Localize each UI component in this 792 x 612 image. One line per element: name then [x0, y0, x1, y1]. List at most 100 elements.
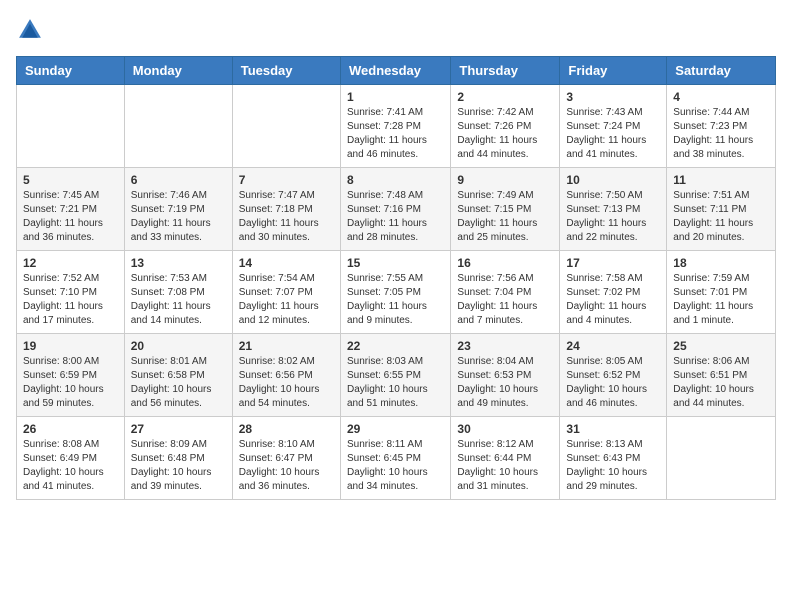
calendar-week-row: 1 Sunrise: 7:41 AM Sunset: 7:28 PM Daylig…	[17, 85, 776, 168]
calendar-cell: 1 Sunrise: 7:41 AM Sunset: 7:28 PM Daylig…	[340, 85, 450, 168]
calendar-cell	[232, 85, 340, 168]
day-number: 25	[673, 339, 769, 353]
day-info: Sunrise: 7:46 AM Sunset: 7:19 PM Dayligh…	[131, 189, 226, 245]
calendar-cell: 10 Sunrise: 7:50 AM Sunset: 7:13 PM Dayli…	[560, 168, 667, 251]
calendar-cell: 12 Sunrise: 7:52 AM Sunset: 7:10 PM Dayli…	[17, 251, 125, 334]
col-header-tuesday: Tuesday	[232, 57, 340, 85]
day-info: Sunrise: 7:42 AM Sunset: 7:26 PM Dayligh…	[457, 106, 553, 162]
calendar-cell: 31 Sunrise: 8:13 AM Sunset: 6:43 PM Dayli…	[560, 417, 667, 500]
col-header-thursday: Thursday	[451, 57, 560, 85]
day-info: Sunrise: 8:04 AM Sunset: 6:53 PM Dayligh…	[457, 355, 553, 411]
day-number: 22	[347, 339, 444, 353]
day-info: Sunrise: 7:43 AM Sunset: 7:24 PM Dayligh…	[566, 106, 660, 162]
day-number: 9	[457, 173, 553, 187]
calendar-cell: 2 Sunrise: 7:42 AM Sunset: 7:26 PM Daylig…	[451, 85, 560, 168]
calendar-cell: 18 Sunrise: 7:59 AM Sunset: 7:01 PM Dayli…	[667, 251, 776, 334]
day-info: Sunrise: 7:59 AM Sunset: 7:01 PM Dayligh…	[673, 272, 769, 328]
calendar-cell: 20Sunrise: 8:01 AM Sunset: 6:58 PM Dayli…	[124, 334, 232, 417]
day-number: 13	[131, 256, 226, 270]
day-info: Sunrise: 7:49 AM Sunset: 7:15 PM Dayligh…	[457, 189, 553, 245]
day-number: 11	[673, 173, 769, 187]
day-number: 12	[23, 256, 118, 270]
day-info: Sunrise: 8:08 AM Sunset: 6:49 PM Dayligh…	[23, 438, 118, 494]
day-number: 28	[239, 422, 334, 436]
day-info: Sunrise: 7:56 AM Sunset: 7:04 PM Dayligh…	[457, 272, 553, 328]
calendar-cell: 16Sunrise: 7:56 AM Sunset: 7:04 PM Dayli…	[451, 251, 560, 334]
calendar-cell: 26 Sunrise: 8:08 AM Sunset: 6:49 PM Dayli…	[17, 417, 125, 500]
calendar-cell: 6 Sunrise: 7:46 AM Sunset: 7:19 PM Daylig…	[124, 168, 232, 251]
day-info: Sunrise: 7:41 AM Sunset: 7:28 PM Dayligh…	[347, 106, 444, 162]
day-info: Sunrise: 8:00 AM Sunset: 6:59 PM Dayligh…	[23, 355, 118, 411]
col-header-friday: Friday	[560, 57, 667, 85]
day-number: 24	[566, 339, 660, 353]
day-number: 18	[673, 256, 769, 270]
day-number: 1	[347, 90, 444, 104]
day-number: 27	[131, 422, 226, 436]
day-number: 21	[239, 339, 334, 353]
day-number: 15	[347, 256, 444, 270]
day-number: 23	[457, 339, 553, 353]
calendar-cell: 29 Sunrise: 8:11 AM Sunset: 6:45 PM Dayli…	[340, 417, 450, 500]
day-info: Sunrise: 8:02 AM Sunset: 6:56 PM Dayligh…	[239, 355, 334, 411]
day-info: Sunrise: 7:45 AM Sunset: 7:21 PM Dayligh…	[23, 189, 118, 245]
day-info: Sunrise: 7:58 AM Sunset: 7:02 PM Dayligh…	[566, 272, 660, 328]
day-info: Sunrise: 7:55 AM Sunset: 7:05 PM Dayligh…	[347, 272, 444, 328]
day-info: Sunrise: 7:44 AM Sunset: 7:23 PM Dayligh…	[673, 106, 769, 162]
day-info: Sunrise: 8:03 AM Sunset: 6:55 PM Dayligh…	[347, 355, 444, 411]
logo	[16, 16, 48, 44]
calendar-cell: 14 Sunrise: 7:54 AM Sunset: 7:07 PM Dayli…	[232, 251, 340, 334]
calendar-cell: 22 Sunrise: 8:03 AM Sunset: 6:55 PM Dayli…	[340, 334, 450, 417]
calendar-week-row: 26 Sunrise: 8:08 AM Sunset: 6:49 PM Dayli…	[17, 417, 776, 500]
calendar-cell	[17, 85, 125, 168]
calendar-cell: 28 Sunrise: 8:10 AM Sunset: 6:47 PM Dayli…	[232, 417, 340, 500]
col-header-wednesday: Wednesday	[340, 57, 450, 85]
day-info: Sunrise: 7:52 AM Sunset: 7:10 PM Dayligh…	[23, 272, 118, 328]
day-number: 4	[673, 90, 769, 104]
day-info: Sunrise: 8:11 AM Sunset: 6:45 PM Dayligh…	[347, 438, 444, 494]
calendar-cell: 11 Sunrise: 7:51 AM Sunset: 7:11 PM Dayli…	[667, 168, 776, 251]
col-header-saturday: Saturday	[667, 57, 776, 85]
day-info: Sunrise: 8:01 AM Sunset: 6:58 PM Dayligh…	[131, 355, 226, 411]
day-info: Sunrise: 7:53 AM Sunset: 7:08 PM Dayligh…	[131, 272, 226, 328]
day-number: 17	[566, 256, 660, 270]
calendar-header-row: SundayMondayTuesdayWednesdayThursdayFrid…	[17, 57, 776, 85]
day-info: Sunrise: 8:09 AM Sunset: 6:48 PM Dayligh…	[131, 438, 226, 494]
day-number: 3	[566, 90, 660, 104]
day-info: Sunrise: 8:10 AM Sunset: 6:47 PM Dayligh…	[239, 438, 334, 494]
day-info: Sunrise: 7:48 AM Sunset: 7:16 PM Dayligh…	[347, 189, 444, 245]
calendar-cell: 9 Sunrise: 7:49 AM Sunset: 7:15 PM Daylig…	[451, 168, 560, 251]
calendar-cell: 3 Sunrise: 7:43 AM Sunset: 7:24 PM Daylig…	[560, 85, 667, 168]
day-number: 29	[347, 422, 444, 436]
calendar-cell: 30Sunrise: 8:12 AM Sunset: 6:44 PM Dayli…	[451, 417, 560, 500]
calendar-cell: 5Sunrise: 7:45 AM Sunset: 7:21 PM Daylig…	[17, 168, 125, 251]
day-info: Sunrise: 7:50 AM Sunset: 7:13 PM Dayligh…	[566, 189, 660, 245]
calendar-cell: 25Sunrise: 8:06 AM Sunset: 6:51 PM Dayli…	[667, 334, 776, 417]
day-info: Sunrise: 7:47 AM Sunset: 7:18 PM Dayligh…	[239, 189, 334, 245]
day-number: 7	[239, 173, 334, 187]
calendar-cell: 13 Sunrise: 7:53 AM Sunset: 7:08 PM Dayli…	[124, 251, 232, 334]
calendar-cell: 17 Sunrise: 7:58 AM Sunset: 7:02 PM Dayli…	[560, 251, 667, 334]
calendar-cell: 8Sunrise: 7:48 AM Sunset: 7:16 PM Daylig…	[340, 168, 450, 251]
calendar-cell: 23 Sunrise: 8:04 AM Sunset: 6:53 PM Dayli…	[451, 334, 560, 417]
calendar-cell: 15 Sunrise: 7:55 AM Sunset: 7:05 PM Dayli…	[340, 251, 450, 334]
day-number: 2	[457, 90, 553, 104]
day-number: 6	[131, 173, 226, 187]
day-number: 10	[566, 173, 660, 187]
col-header-monday: Monday	[124, 57, 232, 85]
calendar-cell: 24Sunrise: 8:05 AM Sunset: 6:52 PM Dayli…	[560, 334, 667, 417]
calendar-cell: 19Sunrise: 8:00 AM Sunset: 6:59 PM Dayli…	[17, 334, 125, 417]
calendar-cell: 4 Sunrise: 7:44 AM Sunset: 7:23 PM Daylig…	[667, 85, 776, 168]
calendar-week-row: 12 Sunrise: 7:52 AM Sunset: 7:10 PM Dayli…	[17, 251, 776, 334]
day-number: 26	[23, 422, 118, 436]
day-number: 14	[239, 256, 334, 270]
day-info: Sunrise: 8:13 AM Sunset: 6:43 PM Dayligh…	[566, 438, 660, 494]
logo-icon	[16, 16, 44, 44]
calendar-cell: 7 Sunrise: 7:47 AM Sunset: 7:18 PM Daylig…	[232, 168, 340, 251]
calendar-week-row: 5Sunrise: 7:45 AM Sunset: 7:21 PM Daylig…	[17, 168, 776, 251]
day-info: Sunrise: 7:51 AM Sunset: 7:11 PM Dayligh…	[673, 189, 769, 245]
calendar-cell: 27 Sunrise: 8:09 AM Sunset: 6:48 PM Dayli…	[124, 417, 232, 500]
calendar-week-row: 19Sunrise: 8:00 AM Sunset: 6:59 PM Dayli…	[17, 334, 776, 417]
day-info: Sunrise: 7:54 AM Sunset: 7:07 PM Dayligh…	[239, 272, 334, 328]
calendar-cell: 21 Sunrise: 8:02 AM Sunset: 6:56 PM Dayli…	[232, 334, 340, 417]
day-number: 31	[566, 422, 660, 436]
